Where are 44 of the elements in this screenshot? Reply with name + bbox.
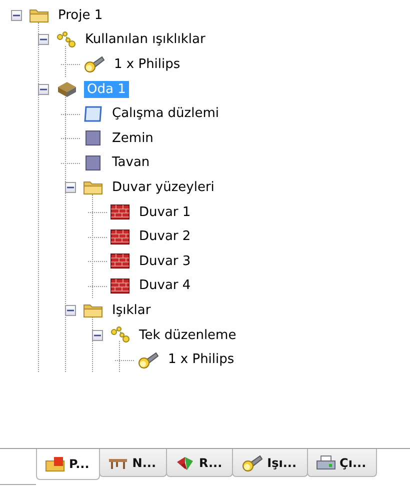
brick-wall-icon [110,253,130,270]
flashlight-icon [137,350,159,369]
plane-icon [83,104,103,123]
tree-item[interactable]: 1 x Philips [165,351,238,368]
collapse-icon[interactable] [64,182,76,193]
tree-item[interactable]: Tek düzenleme [136,326,240,344]
collapse-icon[interactable] [38,84,48,95]
folder-icon [45,456,65,472]
square-icon [83,154,103,172]
brick-wall-icon [110,278,130,294]
tab[interactable]: N... [99,449,167,477]
collapse-icon[interactable] [10,10,22,21]
network-icon [56,30,76,49]
collapse-icon[interactable] [38,34,48,46]
leaf-icon [175,454,195,470]
tree-item[interactable]: Tavan [109,154,153,172]
tree-item[interactable]: Duvar 1 [136,204,194,221]
collapse-icon[interactable] [64,304,76,316]
tree-item[interactable]: Zemin [109,130,156,147]
tree-item[interactable]: Duvar 3 [136,252,194,270]
square-icon [83,129,103,148]
network-icon [110,326,130,344]
flashlight-icon [241,454,264,472]
box-icon [56,80,78,98]
brick-wall-icon [110,228,130,245]
tab[interactable]: Işı... [232,449,308,477]
tree-item[interactable]: 1 x Philips [111,56,184,73]
tree-item[interactable]: Duvar 2 [136,228,194,246]
tree-item[interactable]: Kullanılan ışıklıklar [82,31,208,48]
folder-icon [83,179,103,196]
collapse-icon[interactable] [92,330,102,341]
tree-item[interactable]: Çalışma düzlemi [109,105,222,122]
tab[interactable]: Çı... [306,449,378,477]
tab[interactable]: R... [166,449,234,477]
flashlight-icon [83,55,105,74]
folder-icon [83,302,103,318]
tree-item[interactable]: Işıklar [109,302,154,319]
tab[interactable]: P... [36,449,100,480]
folder-icon [29,7,49,24]
tree-item[interactable]: Proje 1 [55,6,106,24]
printer-icon [316,454,336,470]
tree-item[interactable]: Duvar yüzeyleri [109,178,218,196]
brick-wall-icon [110,204,130,220]
tree-item[interactable]: Duvar 4 [136,277,194,294]
